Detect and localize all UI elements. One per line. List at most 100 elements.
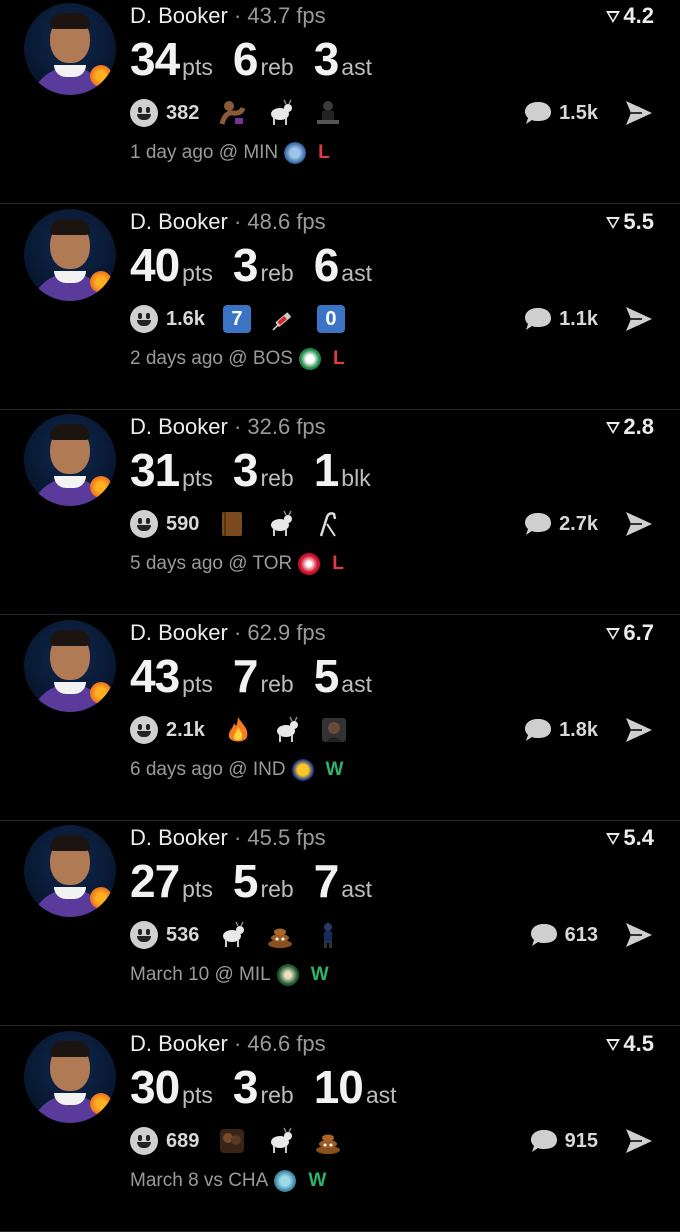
comment-bubble-icon[interactable] [529, 1128, 559, 1154]
game-date: March 10 [130, 964, 210, 985]
person-at-desk-emoji [313, 98, 343, 128]
reaction-count: 1.6k [166, 307, 205, 330]
game-opponent: @ MIN [218, 142, 279, 163]
reactions-row[interactable]: 536 [130, 918, 343, 952]
game-card[interactable]: D. Booker · 45.5 fps 5.4 27 pts 5 reb 7 ast 5… [0, 822, 680, 1026]
comment-bubble-icon[interactable] [523, 306, 553, 332]
smiley-icon[interactable] [130, 921, 158, 949]
reactions-row[interactable]: 590 [130, 507, 343, 541]
bear-hug-emoji [217, 1126, 247, 1156]
stat-value: 40 [130, 239, 180, 291]
timberwolves-logo [284, 142, 307, 164]
reactions-row[interactable]: 2.1k [130, 713, 349, 747]
player-name[interactable]: D. Booker [130, 414, 228, 439]
smiley-icon[interactable] [130, 305, 158, 333]
comment-bubble-icon[interactable] [523, 511, 553, 537]
player-name[interactable]: D. Booker [130, 1031, 228, 1056]
game-date: 5 days ago [130, 553, 223, 574]
comments-row[interactable]: 2.7k [523, 507, 654, 541]
stat-unit: pts [182, 1082, 213, 1108]
stat-unit: blk [341, 465, 371, 491]
card-header: D. Booker · 43.7 fps [130, 3, 326, 29]
game-date: 6 days ago [130, 759, 223, 780]
smiley-icon[interactable] [130, 1127, 158, 1155]
game-opponent: @ BOS [228, 348, 293, 369]
player-avatar[interactable] [24, 209, 116, 301]
player-name[interactable]: D. Booker [130, 209, 228, 234]
player-name[interactable]: D. Booker [130, 825, 228, 850]
stat-line: 30 pts 3 reb 10 ast [130, 1060, 417, 1114]
comments-row[interactable]: 1.8k [523, 713, 654, 747]
smiley-icon[interactable] [130, 510, 158, 538]
game-card[interactable]: D. Booker · 43.7 fps 4.2 34 pts 6 reb 3 ast 3… [0, 0, 680, 204]
comment-bubble-icon[interactable] [523, 100, 553, 126]
stat-value: 34 [130, 33, 180, 85]
suns-logo-icon [90, 476, 112, 498]
suns-logo-icon [90, 682, 112, 704]
stat-pts: 30 pts [130, 1060, 213, 1114]
smiley-icon[interactable] [130, 716, 158, 744]
reaction-count: 382 [166, 101, 200, 124]
stat-unit: reb [260, 1082, 294, 1108]
hair-shape [50, 1041, 90, 1057]
game-opponent: @ IND [228, 759, 286, 780]
game-card[interactable]: D. Booker · 32.6 fps 2.8 31 pts 3 reb 1 blk 5… [0, 411, 680, 615]
send-icon[interactable] [624, 99, 654, 127]
send-icon[interactable] [624, 305, 654, 333]
reactions-row[interactable]: 689 [130, 1124, 343, 1158]
card-header: D. Booker · 48.6 fps [130, 209, 326, 235]
rating-icon [606, 628, 621, 640]
send-icon[interactable] [624, 716, 654, 744]
rating-badge: 2.8 [605, 414, 654, 440]
stat-pts: 31 pts [130, 443, 213, 497]
stat-value: 1 [313, 444, 340, 496]
poop-emoji [313, 1126, 343, 1156]
game-card[interactable]: D. Booker · 46.6 fps 4.5 30 pts 3 reb 10 ast … [0, 1028, 680, 1232]
walking-cane-emoji [313, 509, 343, 539]
poop-emoji [265, 920, 295, 950]
player-name[interactable]: D. Booker [130, 620, 228, 645]
stat-reb: 6 reb [233, 32, 294, 86]
stat-ast: 7 ast [314, 854, 372, 908]
game-result: L [318, 142, 330, 163]
comment-count: 1.5k [559, 101, 598, 124]
comments-row[interactable]: 1.1k [523, 302, 654, 336]
fps-separator: · [227, 3, 248, 28]
send-icon[interactable] [624, 510, 654, 538]
stat-unit: ast [341, 54, 372, 80]
send-icon[interactable] [624, 921, 654, 949]
comment-bubble-icon[interactable] [523, 717, 553, 743]
game-card[interactable]: D. Booker · 62.9 fps 6.7 43 pts 7 reb 5 ast 2… [0, 617, 680, 821]
comments-row[interactable]: 915 [529, 1124, 654, 1158]
game-opponent: @ TOR [228, 553, 293, 574]
comments-row[interactable]: 613 [529, 918, 654, 952]
game-result: W [325, 759, 344, 780]
comments-row[interactable]: 1.5k [523, 96, 654, 130]
stat-unit: reb [260, 465, 294, 491]
rating-icon [606, 1039, 621, 1051]
player-avatar[interactable] [24, 620, 116, 712]
reactions-row[interactable]: 382 [130, 96, 343, 130]
stat-value: 5 [232, 855, 259, 907]
game-card[interactable]: D. Booker · 48.6 fps 5.5 40 pts 3 reb 6 ast 1… [0, 206, 680, 410]
celtics-logo [298, 348, 321, 370]
stat-unit: ast [341, 876, 372, 902]
player-name[interactable]: D. Booker [130, 3, 228, 28]
fps-separator: · [227, 825, 248, 850]
stat-unit: reb [260, 876, 294, 902]
player-avatar[interactable] [24, 825, 116, 917]
player-avatar[interactable] [24, 1031, 116, 1123]
rating-badge: 5.4 [605, 825, 654, 851]
send-icon[interactable] [624, 1127, 654, 1155]
stat-unit: pts [182, 671, 213, 697]
smiley-icon[interactable] [130, 99, 158, 127]
suns-logo-icon [90, 271, 112, 293]
player-avatar[interactable] [24, 3, 116, 95]
hooded-person-emoji [319, 715, 349, 745]
fps-separator: · [227, 620, 248, 645]
stat-line: 31 pts 3 reb 1 blk [130, 443, 391, 497]
reactions-row[interactable]: 1.6k 7 0 [130, 302, 345, 336]
player-avatar[interactable] [24, 414, 116, 506]
comment-bubble-icon[interactable] [529, 922, 559, 948]
rating-badge: 6.7 [605, 620, 654, 646]
